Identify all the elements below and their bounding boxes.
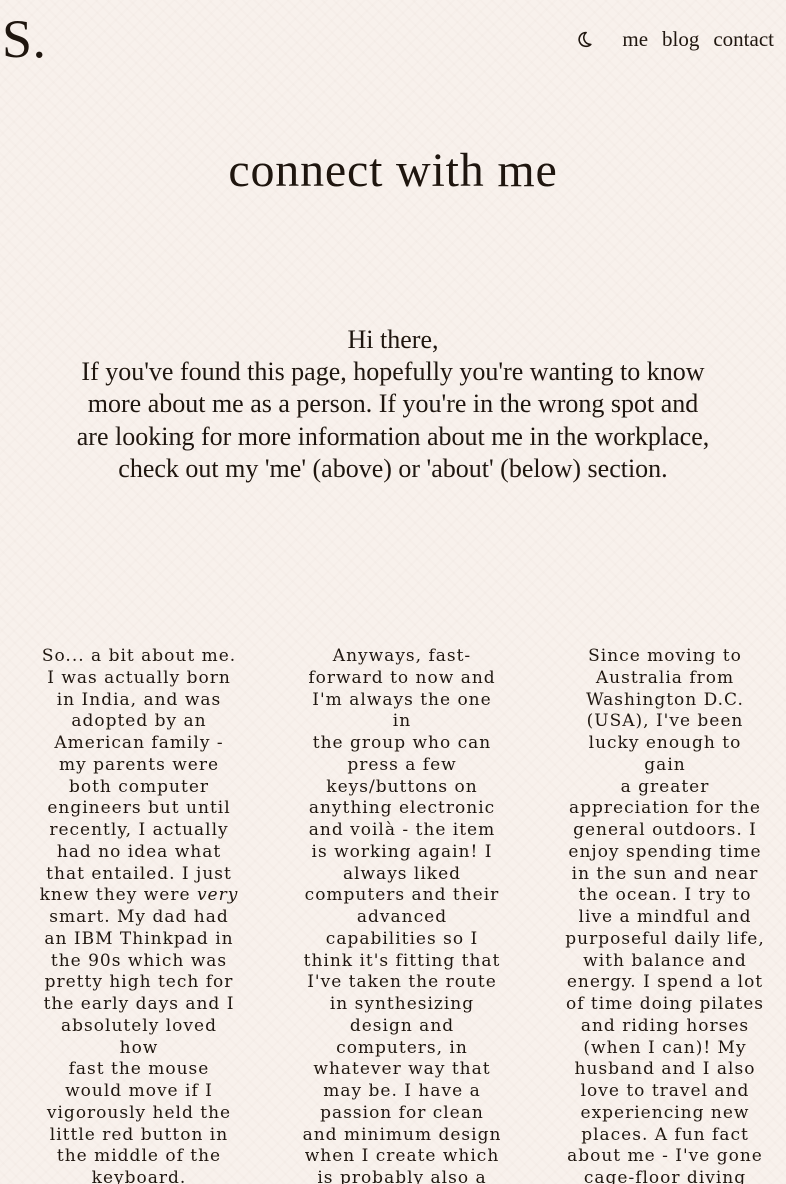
- intro-line-3: more about me as a person. If you're in …: [87, 389, 699, 419]
- crescent-moon-icon[interactable]: [576, 28, 598, 50]
- about-column-family-text-start: So... a bit about me. I was actually bor…: [39, 646, 237, 906]
- site-logo[interactable]: S.: [2, 12, 47, 66]
- top-navigation-bar: S. me blog contact: [0, 0, 786, 96]
- intro-line-4: are looking for more information about m…: [76, 421, 710, 451]
- about-columns: So... a bit about me. I was actually bor…: [0, 640, 786, 1184]
- about-column-family: So... a bit about me. I was actually bor…: [39, 646, 239, 1184]
- intro-line-5: check out my 'me' (above) or 'about' (be…: [118, 453, 668, 483]
- nav-me-link[interactable]: me: [622, 28, 648, 50]
- intro-line-1: Hi there,: [347, 325, 439, 354]
- intro-message: Hi there, If you've found this page, hop…: [24, 324, 762, 485]
- nav-contact-link[interactable]: contact: [713, 28, 774, 50]
- about-column-family-text-end: smart. My dad had an IBM Thinkpad in the…: [43, 907, 235, 1184]
- about-column-lifestyle: Since moving to Australia from Washingto…: [565, 646, 765, 1184]
- nav-blog-link[interactable]: blog: [662, 28, 699, 50]
- page-title: connect with me: [228, 144, 558, 197]
- crescent-moon-icon: [578, 31, 592, 48]
- emphasized-word: very: [196, 885, 239, 906]
- primary-navigation: me blog contact: [576, 28, 774, 50]
- page: S. me blog contact connect with me Hi th…: [0, 0, 786, 1184]
- about-column-design: Anyways, fast- forward to now and I'm al…: [302, 646, 502, 1184]
- intro-line-2: If you've found this page, hopefully you…: [81, 357, 705, 387]
